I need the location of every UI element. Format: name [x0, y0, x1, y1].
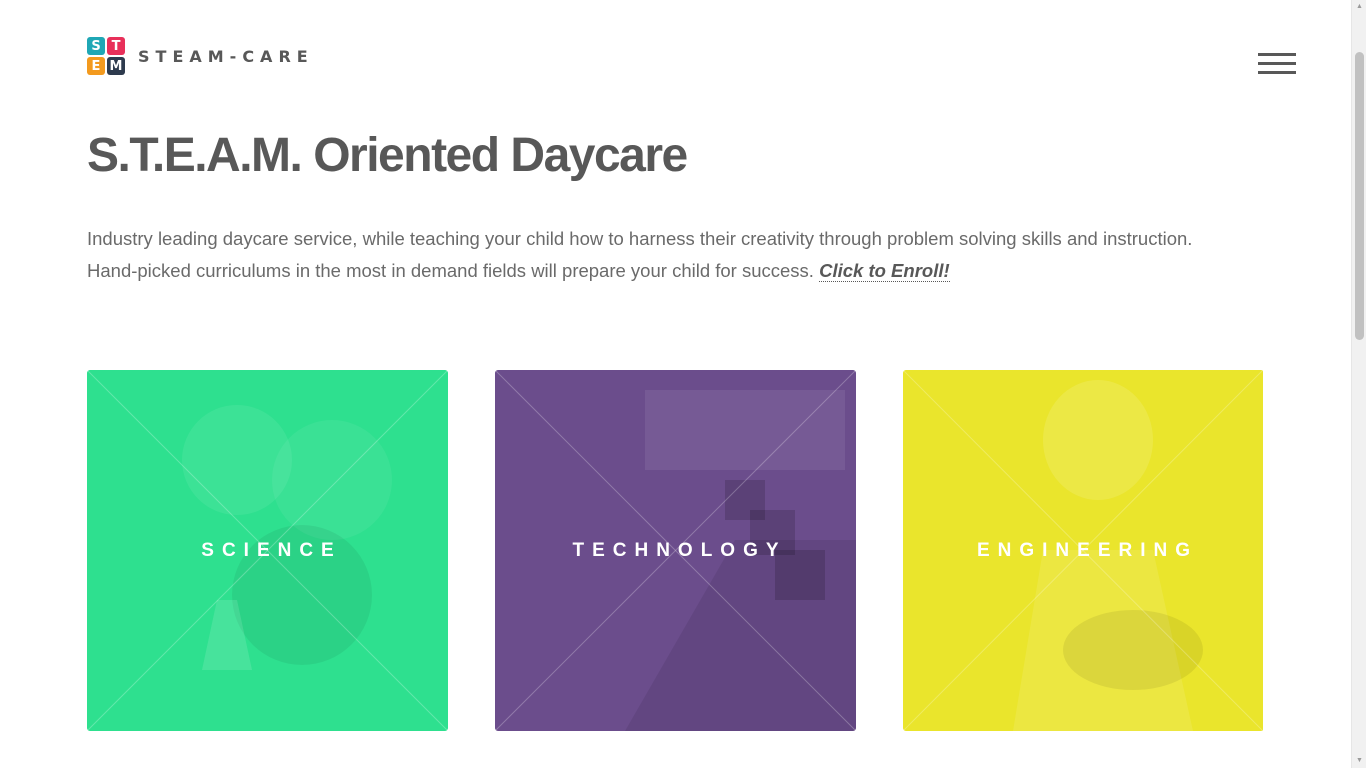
- logo-letter-s: S: [87, 37, 105, 55]
- science-tile[interactable]: SCIENCE: [87, 370, 448, 731]
- logo-letter-e: E: [87, 57, 105, 75]
- intro-paragraph: Industry leading daycare service, while …: [87, 223, 1247, 287]
- brand-name: STEAM-CARE: [138, 46, 314, 66]
- scroll-up-arrow-icon[interactable]: ▲: [1352, 0, 1366, 14]
- page-title: S.T.E.A.M. Oriented Daycare: [87, 129, 688, 182]
- menu-bar: [1258, 71, 1296, 74]
- logo-mark: S T E M: [87, 37, 125, 75]
- menu-bar: [1258, 53, 1296, 56]
- scrollbar-thumb[interactable]: [1355, 52, 1364, 340]
- brand-logo[interactable]: S T E M STEAM-CARE: [87, 37, 314, 75]
- logo-letter-m: M: [107, 57, 125, 75]
- page-scrollbar[interactable]: ▲ ▼: [1351, 0, 1366, 768]
- engineering-tile-label: ENGINEERING: [976, 539, 1199, 561]
- technology-tile[interactable]: TECHNOLOGY: [495, 370, 856, 731]
- logo-letter-t: T: [107, 37, 125, 55]
- hamburger-menu-icon[interactable]: [1258, 53, 1296, 77]
- engineering-tile[interactable]: ENGINEERING: [903, 370, 1264, 731]
- menu-bar: [1258, 62, 1296, 65]
- enroll-link[interactable]: Click to Enroll!: [819, 260, 950, 282]
- scroll-down-arrow-icon[interactable]: ▼: [1352, 754, 1366, 768]
- science-tile-label: SCIENCE: [201, 539, 342, 561]
- intro-text: Industry leading daycare service, while …: [87, 228, 1193, 281]
- technology-tile-label: TECHNOLOGY: [572, 539, 787, 561]
